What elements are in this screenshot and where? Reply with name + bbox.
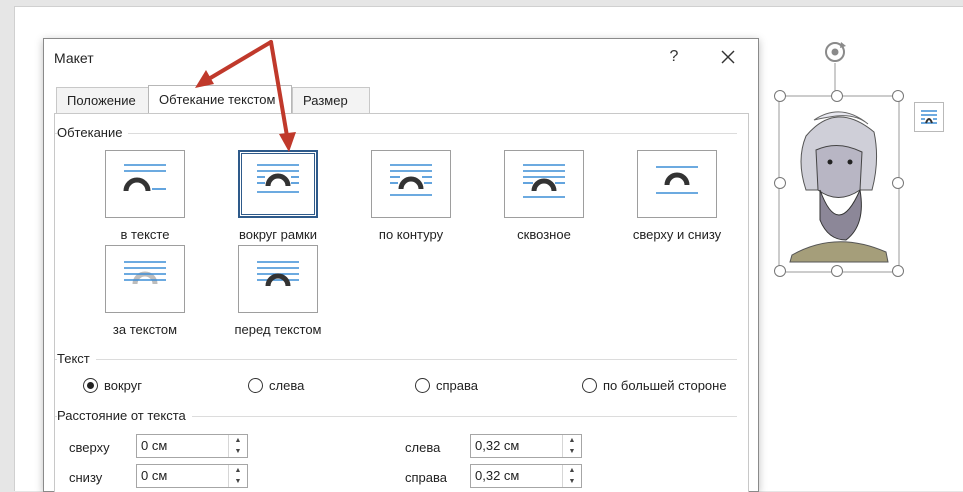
wrap-in-front-icon — [257, 261, 299, 287]
group-divider — [55, 133, 737, 134]
wrap-option-square[interactable]: вокруг рамки — [223, 150, 333, 242]
dialog-title: Макет — [54, 50, 94, 66]
distance-left-stepper[interactable]: 0,32 см ▲ ▼ — [470, 434, 582, 458]
distance-top-label: сверху — [69, 440, 110, 455]
spin-up-icon[interactable]: ▲ — [229, 465, 247, 476]
distance-right-value: 0,32 см — [475, 468, 520, 483]
tab-size[interactable]: Размер — [292, 87, 370, 113]
resize-handle-left[interactable] — [774, 177, 786, 189]
rotate-handle-icon — [825, 42, 846, 62]
wrap-option-label: за текстом — [112, 322, 178, 337]
wrap-option-label: вокруг рамки — [239, 227, 317, 242]
layout-dialog: Макет ? Положение Обтекание текстом Разм… — [43, 38, 759, 492]
radio-label: слева — [269, 378, 305, 393]
spin-down-icon[interactable]: ▼ — [563, 446, 581, 457]
resize-handle-top-right[interactable] — [892, 90, 904, 102]
spin-down-icon[interactable]: ▼ — [229, 476, 247, 487]
tab-position[interactable]: Положение — [56, 87, 150, 113]
radio-both-sides[interactable]: вокруг — [83, 377, 142, 395]
distance-top-value: 0 см — [141, 438, 168, 453]
wrap-option-label: сверху и снизу — [632, 227, 722, 242]
text-group-title: Текст — [57, 351, 96, 366]
distance-right-label: справа — [405, 470, 447, 485]
radio-right-only[interactable]: справа — [415, 377, 478, 395]
wrap-square-icon — [257, 164, 299, 193]
wrap-top-bottom-icon — [656, 166, 698, 194]
distance-left-value: 0,32 см — [475, 438, 520, 453]
distance-group-title: Расстояние от текста — [57, 408, 192, 423]
radio-indicator — [248, 378, 263, 394]
distance-top-stepper[interactable]: 0 см ▲ ▼ — [136, 434, 248, 458]
radio-largest-side[interactable]: по большей стороне — [582, 377, 727, 395]
radio-indicator — [582, 378, 597, 394]
selected-picture[interactable] — [774, 40, 926, 280]
wrap-option-inline[interactable]: в тексте — [90, 150, 200, 242]
wrap-inline-icon — [123, 164, 166, 192]
wrap-option-through[interactable]: сквозное — [489, 150, 599, 242]
wrap-option-label: по контуру — [378, 227, 444, 242]
spin-down-icon[interactable]: ▼ — [563, 476, 581, 487]
wrap-option-in-front[interactable]: перед текстом — [223, 245, 333, 337]
wrap-option-label: сквозное — [517, 227, 571, 242]
resize-handle-bottom[interactable] — [831, 265, 843, 277]
radio-label: справа — [436, 378, 478, 393]
portrait-image — [778, 42, 900, 273]
spin-down-icon[interactable]: ▼ — [229, 446, 247, 457]
wrap-option-top-bottom[interactable]: сверху и снизу — [622, 150, 732, 242]
radio-left-only[interactable]: слева — [248, 377, 304, 395]
resize-handle-bottom-right[interactable] — [892, 265, 904, 277]
wrap-option-label: в тексте — [120, 227, 170, 242]
resize-handle-bottom-left[interactable] — [774, 265, 786, 277]
wrapping-group-title: Обтекание — [57, 125, 129, 140]
wrap-option-tight[interactable]: по контуру — [356, 150, 466, 242]
radio-label: вокруг — [104, 378, 143, 393]
close-button[interactable] — [716, 45, 740, 69]
tab-panel-wrapping: Обтекание в тексте вокруг рамки по конту… — [54, 113, 749, 492]
wrap-through-icon — [523, 164, 565, 198]
radio-indicator — [415, 378, 430, 394]
dialog-titlebar[interactable]: Макет ? — [44, 39, 758, 77]
distance-bottom-label: снизу — [69, 470, 103, 485]
spin-up-icon[interactable]: ▲ — [229, 435, 247, 446]
distance-bottom-value: 0 см — [141, 468, 168, 483]
wrap-option-label: перед текстом — [234, 322, 322, 337]
close-icon — [721, 50, 735, 64]
distance-bottom-stepper[interactable]: 0 см ▲ ▼ — [136, 464, 248, 488]
distance-left-label: слева — [405, 440, 441, 455]
resize-handle-top[interactable] — [831, 90, 843, 102]
spin-up-icon[interactable]: ▲ — [563, 435, 581, 446]
resize-handle-top-left[interactable] — [774, 90, 786, 102]
layout-options-icon — [921, 110, 937, 124]
tab-text-wrapping[interactable]: Обтекание текстом — [148, 85, 292, 114]
radio-indicator — [83, 378, 98, 394]
wrap-behind-text-icon — [124, 261, 166, 285]
spin-up-icon[interactable]: ▲ — [563, 465, 581, 476]
wrap-tight-icon — [390, 164, 432, 196]
resize-handle-right[interactable] — [892, 177, 904, 189]
group-divider — [55, 359, 737, 360]
wrap-option-behind-text[interactable]: за текстом — [90, 245, 200, 337]
layout-options-button[interactable] — [914, 102, 944, 132]
radio-label: по большей стороне — [603, 378, 727, 393]
help-button[interactable]: ? — [664, 47, 684, 67]
distance-right-stepper[interactable]: 0,32 см ▲ ▼ — [470, 464, 582, 488]
